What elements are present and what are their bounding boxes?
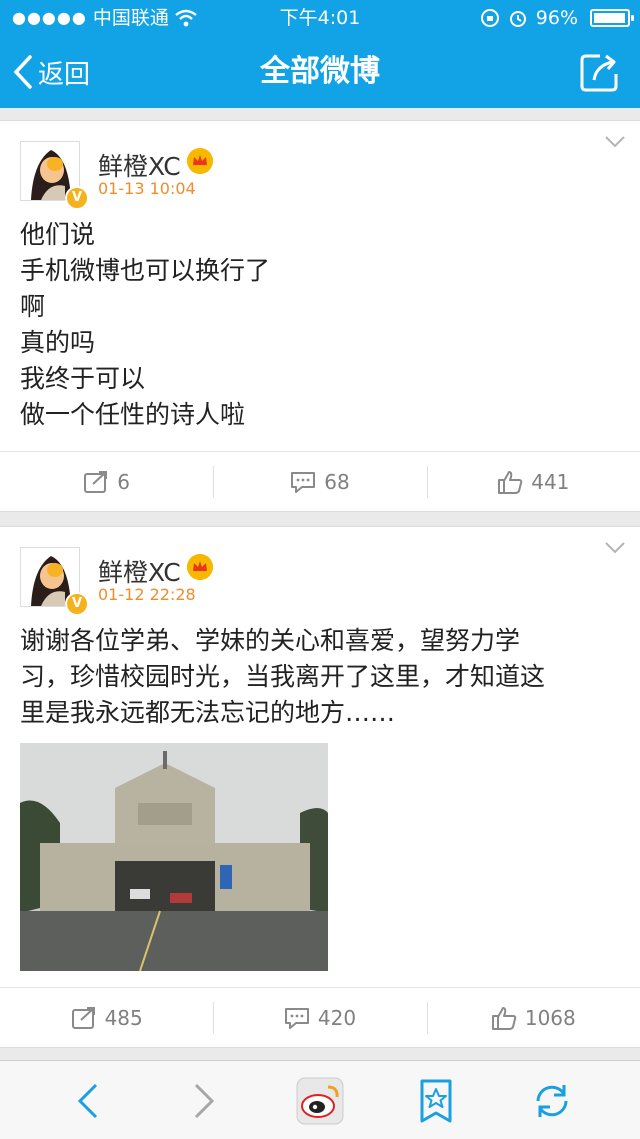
post-time: 01-13 10:04: [98, 179, 196, 198]
weibo-post[interactable]: V 鲜橙XC 01-13 10:04 他们说 手机微博也可以换行了 啊 真的吗 …: [0, 120, 640, 512]
comment-count: 68: [324, 469, 350, 494]
post-text: 谢谢各位学弟、学妹的关心和喜爱，望努力学 习，珍惜校园时光，当我离开了这里，才知…: [20, 626, 546, 727]
comment-icon: [284, 1007, 309, 1029]
like-button[interactable]: 1068: [426, 988, 640, 1047]
repost-button[interactable]: 485: [0, 988, 213, 1047]
avatar[interactable]: V: [20, 141, 89, 210]
thumbs-up-icon: [491, 1006, 517, 1030]
username[interactable]: 鲜橙XC: [98, 553, 181, 589]
avatar[interactable]: V: [20, 547, 89, 616]
like-count: 441: [531, 469, 570, 494]
chevron-down-icon[interactable]: [604, 135, 626, 149]
forward-arrow-icon[interactable]: [180, 1077, 228, 1125]
crown-member-icon: [187, 554, 213, 580]
comment-count: 420: [317, 1005, 357, 1030]
post-time: 01-12 22:28: [98, 585, 196, 604]
crown-member-icon: [187, 148, 213, 174]
comment-icon: [291, 471, 316, 493]
comment-button[interactable]: 420: [213, 988, 426, 1047]
verified-badge: V: [65, 186, 89, 210]
refresh-icon[interactable]: [528, 1077, 576, 1125]
chevron-down-icon[interactable]: [604, 541, 626, 555]
repost-icon: [71, 1006, 95, 1029]
weibo-logo-icon[interactable]: [296, 1077, 344, 1125]
alarm-icon: [509, 11, 526, 27]
battery-icon: [590, 9, 634, 27]
bottom-toolbar: [0, 1060, 640, 1139]
top-bar: ●●●●● 中国联通 下午4:01 96% 返回 全部微博: [0, 0, 640, 108]
repost-count: 6: [117, 469, 131, 494]
username[interactable]: 鲜橙XC: [98, 147, 181, 183]
repost-icon: [84, 470, 108, 493]
repost-button[interactable]: 6: [0, 452, 213, 511]
share-icon[interactable]: [578, 50, 622, 94]
status-bar: ●●●●● 中国联通 下午4:01 96%: [0, 0, 640, 36]
orientation-lock-icon: [480, 9, 499, 27]
thumbs-up-icon: [498, 470, 523, 494]
post-actions: 6 68 441: [0, 451, 640, 511]
favorite-star-icon[interactable]: [412, 1077, 460, 1125]
post-text: 他们说 手机微博也可以换行了 啊 真的吗 我终于可以 做一个任性的诗人啦: [20, 220, 271, 429]
weibo-post[interactable]: V 鲜橙XC 01-12 22:28 谢谢各位学弟、学妹的关心和喜爱，望努力学 …: [0, 526, 640, 1048]
repost-count: 485: [104, 1005, 143, 1030]
comment-button[interactable]: 68: [213, 452, 426, 511]
battery-percent: 96%: [535, 7, 578, 29]
page-title: 全部微博: [260, 54, 380, 89]
like-button[interactable]: 441: [426, 452, 640, 511]
verified-badge: V: [65, 592, 89, 616]
post-actions: 485 420 1068: [0, 987, 640, 1047]
post-photo[interactable]: [20, 743, 328, 971]
like-count: 1068: [524, 1005, 576, 1030]
back-arrow-icon[interactable]: [64, 1077, 112, 1125]
navigation-bar: 返回 全部微博: [0, 36, 640, 108]
